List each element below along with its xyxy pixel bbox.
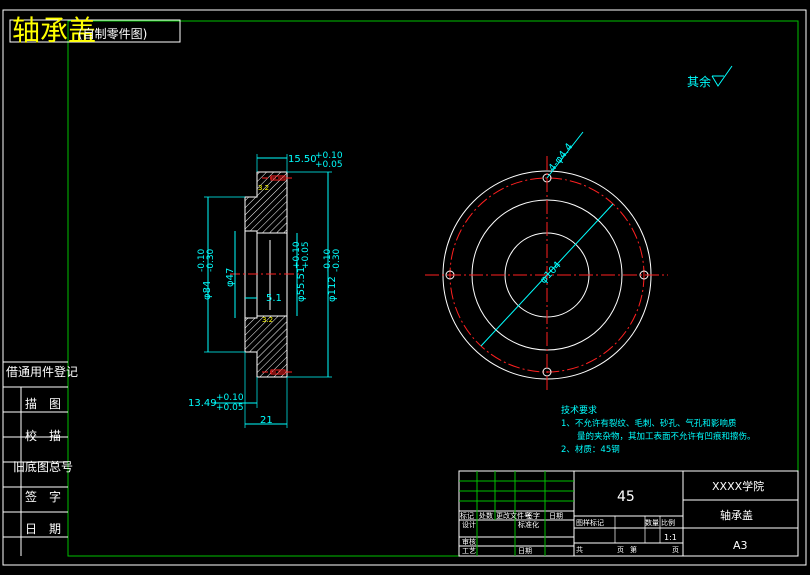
title-sheet-word: 页: [617, 546, 624, 554]
title-sheet: A3: [733, 539, 748, 552]
title-scale: 1:1: [664, 533, 677, 542]
left-row-2: 校 描: [25, 428, 61, 443]
dim-hole-value: 4-φ4.4: [547, 141, 576, 173]
dim-1349-value: 13.49: [188, 398, 217, 409]
side-section-view: 3.2 3.2 15.50 +0.10 +0.05 φ84 -0.10 -0.3…: [188, 151, 343, 428]
left-row-1: 描 图: [25, 397, 61, 411]
dim-51-value: 5.1: [266, 293, 282, 304]
title-page-word: 页: [672, 546, 679, 554]
title-row-sign: 签字: [526, 511, 540, 520]
tech-heading: 技术要求: [561, 404, 597, 416]
section-outline-bottom: [244, 315, 288, 378]
drawing-canvas: 轴承盖 (自制零件图) 其余 3.2 3.2 15.50 +0.10 +0.05…: [2, 9, 807, 566]
left-panel: 借通用件登记 描 图 校 描 旧底图总号 签 字 日 期: [3, 361, 78, 556]
tech-item-3: 2、材质：45钢: [561, 444, 620, 455]
left-row-4: 签 字: [25, 489, 61, 504]
left-row-5: 日 期: [25, 522, 61, 536]
tech-requirements: 技术要求 1、不允许有裂纹、毛刺、砂孔、气孔和影响质 量的夹杂物，其加工表面不允…: [561, 404, 756, 455]
dim-phi55-lower: +0.05: [301, 241, 311, 269]
surface-finish-note: 其余: [687, 65, 733, 89]
title-stage-count: 数量: [645, 518, 659, 527]
title-standard: 标准化: [518, 520, 539, 529]
front-view: φ104 4-φ4.4: [425, 131, 668, 392]
title-row-mark: 标记: [460, 511, 474, 520]
left-row-0: 借通用件登记: [6, 364, 78, 379]
tech-item-1: 1、不允许有裂纹、毛刺、砂孔、气孔和影响质: [561, 418, 737, 429]
dim-phi112-lower: -0.30: [332, 248, 342, 272]
title-school: XXXX学院: [712, 479, 764, 493]
title-process: 工艺: [462, 547, 476, 555]
dim-1349-lower: +0.05: [216, 403, 244, 413]
title-page-no: 第: [630, 545, 637, 554]
title-review: 审核: [462, 537, 476, 546]
section-outline: [244, 171, 288, 234]
left-row-3: 旧底图总号: [13, 459, 73, 474]
dim-phi84-value: φ84: [202, 281, 213, 300]
outer-frame: [2, 9, 807, 566]
tech-item-2: 量的夹杂物，其加工表面不允许有凹痕和擦伤。: [577, 431, 756, 442]
title-material: 45: [617, 489, 635, 505]
dim-phi55-value: φ55.51: [296, 267, 307, 302]
dim-phi104-value: φ104: [538, 260, 564, 286]
dim-top-lower: +0.05: [315, 160, 343, 170]
dim-phi112-value: φ112: [327, 276, 338, 302]
dim-21-value: 21: [260, 415, 273, 426]
header-subtitle: (自制零件图): [78, 27, 147, 41]
title-row-count: 处数: [479, 511, 493, 520]
title-part-name: 轴承盖: [720, 508, 753, 522]
rough-mid-label: 3.2: [262, 316, 273, 324]
title-total: 共: [576, 545, 583, 554]
dim-1349-upper: +0.10: [216, 393, 244, 403]
title-stage-mark: 图样标记: [576, 518, 604, 527]
dim-phi84-lower: -0.30: [206, 248, 216, 272]
title-design: 设计: [462, 520, 476, 529]
rough-top-label: 3.2: [258, 184, 269, 192]
title-date: 日期: [518, 547, 532, 555]
title-row-date: 日期: [549, 512, 563, 520]
title-stage-scale: 比例: [661, 518, 675, 527]
inner-frame: [67, 20, 799, 557]
title-block: 45 XXXX学院 轴承盖 A3 1:1 标记 处数 更改文件号 签字 日期 设…: [458, 470, 799, 557]
surface-finish-label: 其余: [687, 74, 711, 89]
dim-top-value: 15.50: [288, 154, 317, 165]
dim-phi47-value: φ47: [225, 268, 236, 287]
